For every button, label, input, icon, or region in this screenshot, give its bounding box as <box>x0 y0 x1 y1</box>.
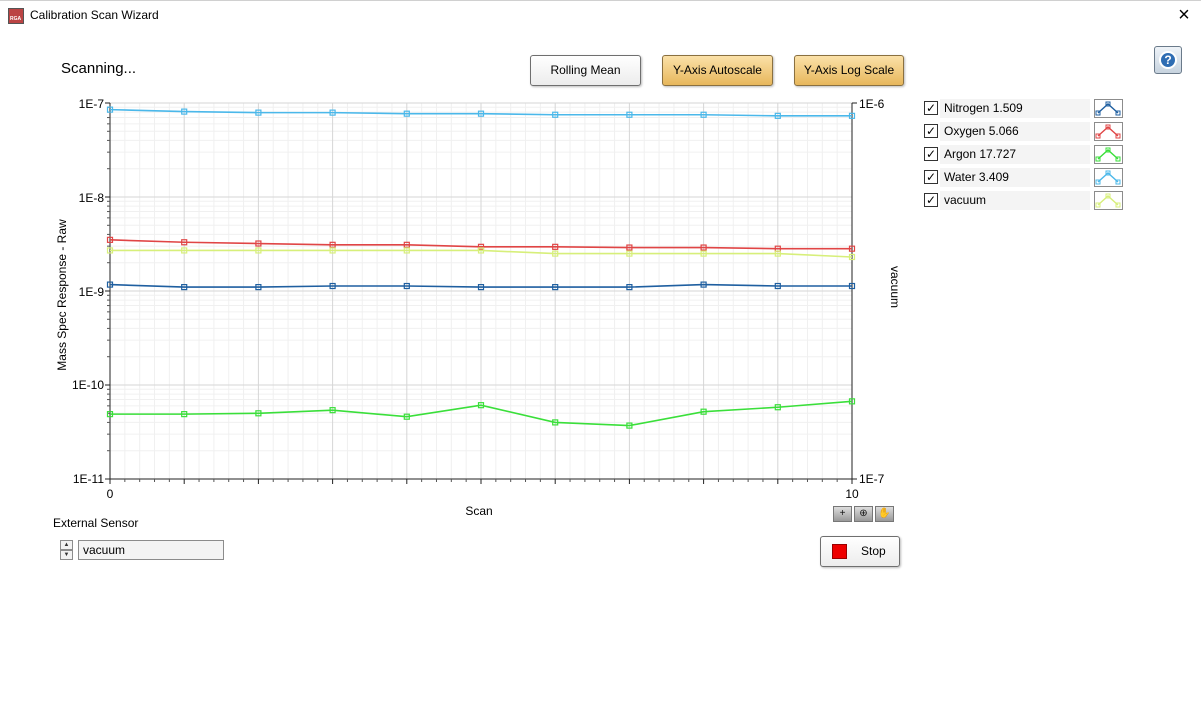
y-axis-log-scale-button[interactable]: Y-Axis Log Scale <box>794 55 904 86</box>
y-tick-label: 1E-7 <box>79 97 105 111</box>
app-icon-text: RGA <box>10 16 22 22</box>
x-tick-label: 10 <box>845 487 859 501</box>
rolling-mean-button[interactable]: Rolling Mean <box>530 55 641 86</box>
y-axis-autoscale-button[interactable]: Y-Axis Autoscale <box>662 55 773 86</box>
external-sensor-field[interactable]: vacuum <box>78 540 224 560</box>
external-sensor-label: External Sensor <box>53 516 139 530</box>
graph-tool-palette: + ⊕ ✋ <box>833 506 895 522</box>
y2-tick-label: 1E-7 <box>859 472 885 486</box>
y-tick-label: 1E-10 <box>72 378 104 392</box>
sensor-stepper[interactable]: ▲ ▼ <box>60 540 73 560</box>
help-button[interactable]: ? <box>1154 46 1182 74</box>
y2-axis-label: vacuum <box>888 266 902 308</box>
y-axis-label: Mass Spec Response - Raw <box>55 219 69 371</box>
legend-item: ✓ Argon 17.727 <box>924 144 1124 166</box>
zoom-tool-icon[interactable]: ⊕ <box>854 506 873 522</box>
cursor-tool-icon[interactable]: + <box>833 506 852 522</box>
legend-item: ✓ Water 3.409 <box>924 167 1124 189</box>
plot-style-icon <box>1095 101 1121 116</box>
stop-label: Stop <box>861 544 886 558</box>
swatch-line <box>1097 172 1119 183</box>
pan-hand-icon[interactable]: ✋ <box>875 506 894 522</box>
scan-chart[interactable]: 1E-7 1E-8 1E-9 1E-10 1E-11 1E-6 1E-7 0 1… <box>0 90 910 530</box>
legend-checkbox[interactable]: ✓ <box>924 124 938 138</box>
y2-tick-label: 1E-6 <box>859 97 885 111</box>
x-axis-label: Scan <box>465 504 492 518</box>
legend-item: ✓ Oxygen 5.066 <box>924 121 1124 143</box>
window-title: Calibration Scan Wizard <box>30 8 159 22</box>
legend-swatch[interactable] <box>1094 145 1123 164</box>
legend-checkbox[interactable]: ✓ <box>924 147 938 161</box>
increment-arrow-icon[interactable]: ▲ <box>60 540 73 550</box>
y-tick-label: 1E-11 <box>73 472 104 486</box>
x-tick-label: 0 <box>107 487 114 501</box>
legend-item: ✓ vacuum <box>924 190 1124 212</box>
legend-label: Nitrogen 1.509 <box>940 99 1090 118</box>
swatch-line <box>1097 149 1119 160</box>
legend-label: Argon 17.727 <box>940 145 1090 164</box>
legend-checkbox[interactable]: ✓ <box>924 193 938 207</box>
plot-style-icon <box>1095 193 1121 208</box>
legend-item: ✓ Nitrogen 1.509 <box>924 98 1124 120</box>
legend-checkbox[interactable]: ✓ <box>924 101 938 115</box>
legend-swatch[interactable] <box>1094 191 1123 210</box>
legend-label: vacuum <box>940 191 1090 210</box>
swatch-line <box>1097 126 1119 137</box>
legend-swatch[interactable] <box>1094 168 1123 187</box>
legend-swatch[interactable] <box>1094 99 1123 118</box>
swatch-line <box>1097 195 1119 206</box>
y-tick-label: 1E-8 <box>79 191 105 205</box>
plot-style-icon <box>1095 147 1121 162</box>
swatch-line <box>1097 103 1119 114</box>
plot-style-icon <box>1095 124 1121 139</box>
legend-label: Water 3.409 <box>940 168 1090 187</box>
app-icon: RGA <box>8 8 24 24</box>
legend-label: Oxygen 5.066 <box>940 122 1090 141</box>
y-tick-label: 1E-9 <box>79 285 105 299</box>
decrement-arrow-icon[interactable]: ▼ <box>60 550 73 560</box>
stop-button[interactable]: Stop <box>820 536 900 567</box>
help-icon: ? <box>1159 51 1177 69</box>
close-icon[interactable]: × <box>1172 3 1196 27</box>
legend-checkbox[interactable]: ✓ <box>924 170 938 184</box>
stop-icon <box>832 544 847 559</box>
plot-style-icon <box>1095 170 1121 185</box>
title-bar <box>0 0 1201 31</box>
scan-status-text: Scanning... <box>61 60 137 77</box>
legend-swatch[interactable] <box>1094 122 1123 141</box>
